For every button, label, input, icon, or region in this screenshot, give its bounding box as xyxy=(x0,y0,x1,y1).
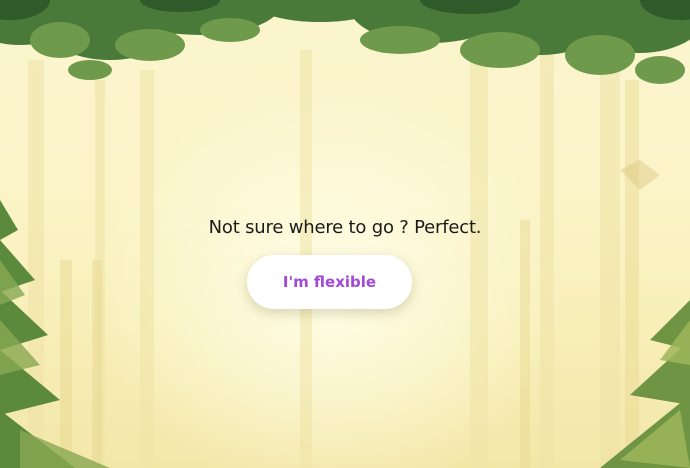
hero-tagline: Not sure where to go ? Perfect. xyxy=(208,217,482,238)
hero-section: Not sure where to go ? Perfect. I'm flex… xyxy=(0,0,690,468)
foliage-right xyxy=(600,300,690,468)
foliage-left xyxy=(0,200,110,468)
im-flexible-button[interactable]: I'm flexible xyxy=(247,255,412,309)
canopy-foliage-top xyxy=(0,0,690,84)
